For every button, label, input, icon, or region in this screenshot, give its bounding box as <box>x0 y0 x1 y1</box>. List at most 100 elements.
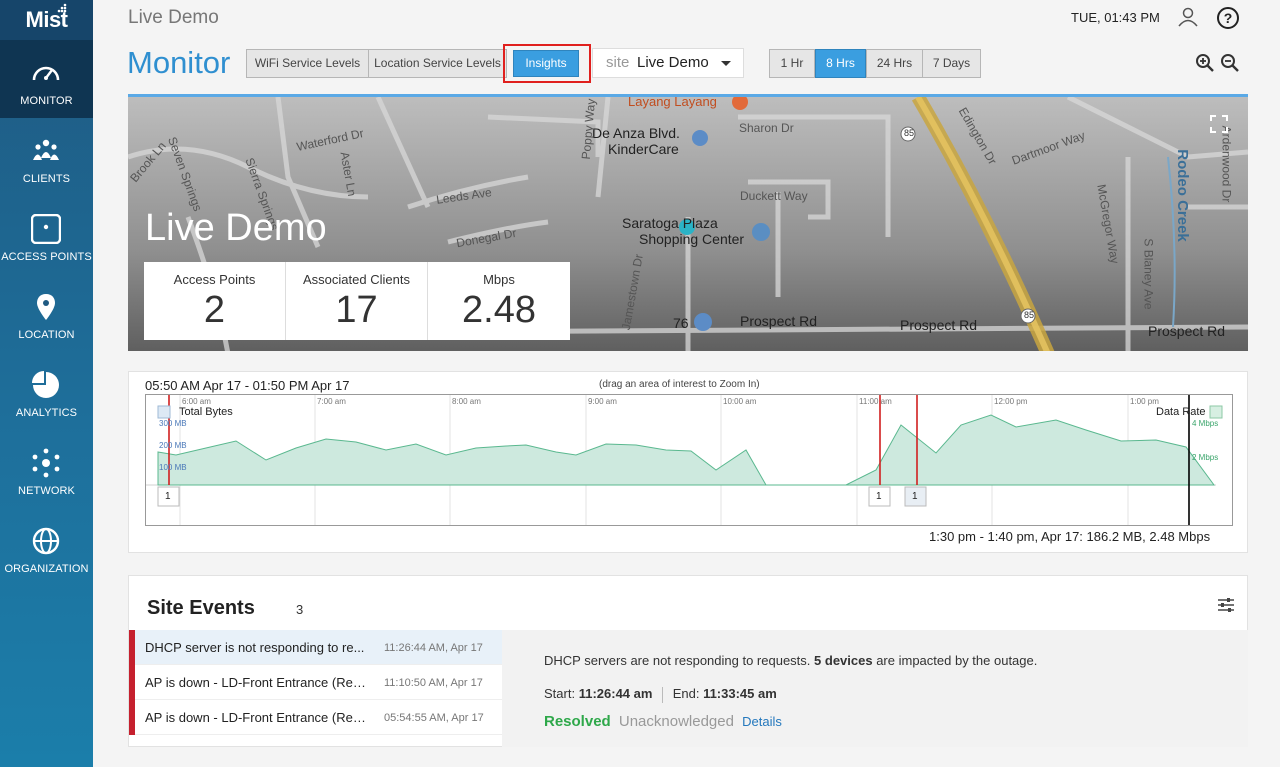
map-label: 85 <box>904 128 915 138</box>
tab-location-service-levels[interactable]: Location Service Levels <box>368 49 507 78</box>
sidebar-item-location[interactable]: LOCATION <box>0 274 93 352</box>
event-item[interactable]: DHCP server is not responding to re... 1… <box>129 630 502 665</box>
range-7days[interactable]: 7 Days <box>922 49 981 78</box>
event-text: AP is down - LD-Front Entrance (Reb... <box>145 710 369 725</box>
stat-value: 17 <box>335 289 378 331</box>
sidebar-item-organization[interactable]: ORGANIZATION <box>0 508 93 586</box>
details-link[interactable]: Details <box>742 714 782 729</box>
time-tick-label: 6:00 am <box>182 397 211 406</box>
site-events-card: Site Events 3 DHCP server is not respond… <box>128 575 1248 747</box>
map-label: Prospect Rd <box>1148 323 1226 339</box>
event-message-pre: DHCP servers are not responding to reque… <box>544 653 811 668</box>
time-tick-label: 12:00 pm <box>994 397 1028 406</box>
zoom-out-icon[interactable] <box>1220 53 1240 73</box>
timeline-range: 05:50 AM Apr 17 - 01:50 PM Apr 17 <box>145 378 350 393</box>
stat-mbps[interactable]: Mbps 2.48 <box>428 262 570 340</box>
event-marker[interactable]: 1 <box>912 491 918 502</box>
timeline-chart[interactable]: 6:00 am 7:00 am 8:00 am 9:00 am 10:00 am… <box>145 394 1233 526</box>
timeline-hint: (drag an area of interest to Zoom In) <box>599 379 760 390</box>
left-axis-label: 100 MB <box>159 463 187 472</box>
left-axis-label: 200 MB <box>159 441 187 450</box>
sidebar-item-label: ACCESS POINTS <box>1 251 92 263</box>
map-label: 76 <box>673 315 689 331</box>
time-tick-label: 9:00 am <box>588 397 617 406</box>
time-tick-label: 11:00 am <box>859 397 892 406</box>
tab-wifi-service-levels[interactable]: WiFi Service Levels <box>246 49 369 78</box>
network-icon <box>32 448 60 478</box>
sidebar-item-label: LOCATION <box>18 329 75 341</box>
zoom-in-icon[interactable] <box>1195 53 1215 73</box>
status-unacknowledged[interactable]: Unacknowledged <box>619 713 734 730</box>
time-tick-label: 8:00 am <box>452 397 481 406</box>
sidebar-item-label: CLIENTS <box>22 173 71 185</box>
mist-logo[interactable]: Mist <box>0 0 93 40</box>
sidebar-item-label: MONITOR <box>20 95 73 107</box>
map-label: 85 <box>1024 310 1035 320</box>
event-time: 11:10:50 AM, Apr 17 <box>384 677 483 689</box>
map-label: S Blaney Ave <box>1141 238 1156 310</box>
event-marker[interactable]: 1 <box>876 491 882 502</box>
time-tick-label: 7:00 am <box>317 397 346 406</box>
stat-value: 2.48 <box>462 289 536 331</box>
timeline-graph <box>146 395 1223 525</box>
sidebar-item-label: ORGANIZATION <box>4 563 89 575</box>
site-stats: Access Points 2 Associated Clients 17 Mb… <box>144 262 570 340</box>
map-label: Prospect Rd <box>740 313 818 329</box>
range-1hr[interactable]: 1 Hr <box>769 49 815 78</box>
map-label: Layang Layang <box>628 94 717 109</box>
end-label: End: <box>672 686 700 701</box>
filter-settings-icon[interactable] <box>1217 597 1235 613</box>
sidebar-item-monitor[interactable]: MONITOR <box>0 40 93 118</box>
sidebar-item-label: ANALYTICS <box>15 407 78 419</box>
event-item[interactable]: AP is down - LD-Front Entrance (Reb... 1… <box>129 665 502 700</box>
event-time: 11:26:44 AM, Apr 17 <box>384 642 483 654</box>
range-8hrs[interactable]: 8 Hrs <box>815 49 866 78</box>
map-label: KinderCare <box>608 141 679 157</box>
event-list: DHCP server is not responding to re... 1… <box>129 630 502 747</box>
map-label: Shopping Center <box>639 231 745 247</box>
status-resolved: Resolved <box>544 713 611 730</box>
legend-data-rate: Data Rate <box>1156 406 1206 418</box>
users-icon <box>33 139 59 160</box>
fullscreen-icon[interactable] <box>1210 115 1228 133</box>
site-events-count: 3 <box>296 602 304 617</box>
event-marker[interactable]: 1 <box>165 491 171 502</box>
event-text: AP is down - LD-Front Entrance (Reb... <box>145 675 369 690</box>
gauge-icon <box>32 66 60 81</box>
sidebar-item-analytics[interactable]: ANALYTICS <box>0 352 93 430</box>
time-tick-label: 1:00 pm <box>1130 397 1159 406</box>
page-title: Live Demo <box>128 7 219 28</box>
help-icon[interactable]: ? <box>1217 7 1239 29</box>
globe-icon <box>32 527 60 555</box>
stat-title: Mbps <box>483 272 515 287</box>
map-site-name: Live Demo <box>145 207 327 249</box>
stat-associated-clients[interactable]: Associated Clients 17 <box>286 262 428 340</box>
site-map[interactable]: Layang Layang De Anza Blvd. KinderCare S… <box>128 94 1248 351</box>
logo-dots-icon <box>57 3 67 13</box>
left-axis-label: 300 MB <box>159 419 187 428</box>
map-label: Ardenwood Dr <box>1219 125 1234 203</box>
event-time: 05:54:55 AM, Apr 17 <box>384 712 484 724</box>
access-point-icon <box>31 214 61 244</box>
monitor-title: Monitor <box>127 45 231 80</box>
right-axis-label: 2 Mbps <box>1192 453 1219 462</box>
stat-access-points[interactable]: Access Points 2 <box>144 262 286 340</box>
highlight-box <box>503 44 591 83</box>
time-tick-label: 10:00 am <box>723 397 757 406</box>
sidebar-item-network[interactable]: NETWORK <box>0 430 93 508</box>
event-times: Start: 11:26:44 am End: 11:33:45 am <box>544 686 777 703</box>
user-icon[interactable] <box>1178 7 1198 27</box>
legend-total-bytes: Total Bytes <box>179 406 233 418</box>
severity-bar <box>129 700 135 735</box>
chevron-down-icon <box>721 61 731 66</box>
sidebar-item-access-points[interactable]: ACCESS POINTS <box>0 196 93 274</box>
event-item[interactable]: AP is down - LD-Front Entrance (Reb... 0… <box>129 700 502 735</box>
map-pin-icon <box>37 294 55 320</box>
site-selector[interactable]: site Live Demo <box>592 48 744 78</box>
stat-value: 2 <box>203 289 226 331</box>
sidebar-item-clients[interactable]: CLIENTS <box>0 118 93 196</box>
severity-bar <box>129 630 135 665</box>
pie-chart-icon <box>32 371 59 398</box>
event-text: DHCP server is not responding to re... <box>145 640 365 655</box>
range-24hrs[interactable]: 24 Hrs <box>866 49 923 78</box>
